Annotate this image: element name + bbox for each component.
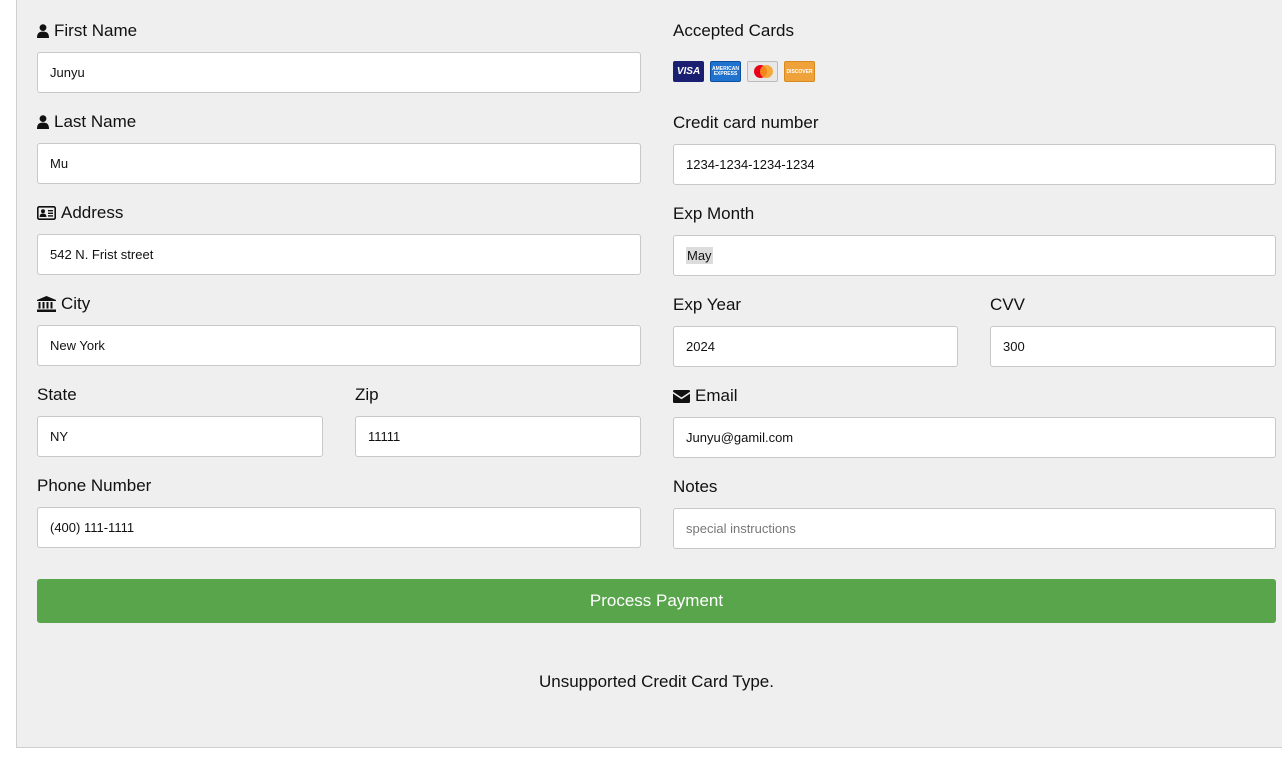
discover-icon: DISCOVER	[784, 61, 815, 82]
first-name-input[interactable]	[37, 52, 641, 93]
last-name-label: Last Name	[37, 112, 136, 132]
accepted-cards-label: Accepted Cards	[673, 21, 794, 40]
exp-month-field[interactable]: May	[673, 235, 1276, 276]
state-label: State	[37, 385, 77, 404]
email-label: Email	[673, 386, 738, 406]
institution-icon	[37, 296, 56, 312]
phone-label: Phone Number	[37, 476, 152, 495]
zip-input[interactable]	[355, 416, 641, 457]
address-input[interactable]	[37, 234, 641, 275]
email-input[interactable]	[673, 417, 1276, 458]
city-label: City	[37, 294, 90, 314]
user-icon	[37, 115, 49, 129]
notes-input[interactable]	[673, 508, 1276, 549]
amex-icon: AMERICAN EXPRESS	[710, 61, 741, 82]
last-name-input[interactable]	[37, 143, 641, 184]
exp-month-value: May	[686, 247, 713, 264]
card-number-label: Credit card number	[673, 113, 819, 132]
card-number-input[interactable]	[673, 144, 1276, 185]
city-input[interactable]	[37, 325, 641, 366]
cvv-input[interactable]	[990, 326, 1276, 367]
exp-year-label: Exp Year	[673, 295, 742, 314]
state-input[interactable]	[37, 416, 323, 457]
exp-year-input[interactable]	[673, 326, 958, 367]
address-card-icon	[37, 206, 56, 220]
mastercard-icon	[747, 61, 778, 82]
cvv-label: CVV	[990, 295, 1025, 314]
phone-input[interactable]	[37, 507, 641, 548]
notes-label: Notes	[673, 477, 718, 496]
accepted-cards-list: VISA AMERICAN EXPRESS DISCOVER	[673, 61, 815, 82]
process-payment-button[interactable]: Process Payment	[37, 579, 1276, 623]
zip-label: Zip	[355, 385, 379, 404]
user-icon	[37, 24, 49, 38]
address-label: Address	[37, 203, 123, 223]
status-message: Unsupported Credit Card Type.	[539, 672, 774, 691]
first-name-label: First Name	[37, 21, 137, 41]
exp-month-label: Exp Month	[673, 204, 755, 223]
visa-icon: VISA	[673, 61, 704, 82]
envelope-icon	[673, 389, 690, 403]
checkout-form-panel	[16, 0, 1282, 748]
